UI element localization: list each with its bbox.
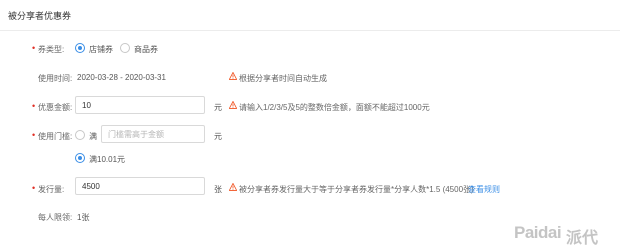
radio-store-coupon[interactable] — [75, 43, 85, 53]
amount-label: 优惠金额: — [38, 103, 73, 112]
coupon-type-label: 券类型: — [38, 45, 65, 54]
amount-note: 请输入1/2/3/5及5的整数倍金额，面额不能超过1000元 — [239, 103, 430, 112]
required-marker: • — [32, 43, 36, 53]
threshold-label: 使用门槛: — [38, 132, 73, 141]
issue-input[interactable] — [75, 177, 205, 195]
issue-note: 被分享者券发行量大于等于分享者券发行量*分享人数*1.5 (4500张) — [239, 185, 474, 194]
threshold-preset-label[interactable]: 满10.01元 — [89, 154, 125, 165]
view-rules-link[interactable]: 查看规则 — [468, 184, 500, 195]
per-person-label: 每人限领: — [38, 213, 73, 222]
issue-label: 发行量: — [38, 185, 65, 194]
store-coupon-label[interactable]: 店铺券 — [89, 44, 113, 55]
required-marker: • — [32, 183, 36, 193]
amount-unit: 元 — [214, 103, 222, 112]
per-person-value: 1张 — [77, 213, 90, 222]
use-time-note: 根据分享者时间自动生成 — [239, 74, 327, 83]
required-marker: • — [32, 130, 36, 140]
threshold-input[interactable] — [101, 125, 205, 143]
page-title: 被分享者优惠券 — [8, 11, 72, 21]
required-marker: • — [32, 101, 36, 111]
threshold-unit: 元 — [214, 132, 222, 141]
radio-threshold-preset[interactable] — [75, 153, 85, 163]
warning-icon — [229, 101, 237, 109]
use-time-value: 2020-03-28 - 2020-03-31 — [77, 73, 166, 82]
threshold-custom-prefix: 满 — [89, 132, 97, 141]
radio-threshold-custom[interactable] — [75, 130, 85, 140]
warning-icon — [229, 183, 237, 191]
warning-icon — [229, 72, 237, 80]
watermark-logo-cn: 派代 — [566, 228, 599, 247]
amount-input[interactable] — [75, 96, 205, 114]
product-coupon-label[interactable]: 商品券 — [134, 44, 158, 55]
radio-product-coupon[interactable] — [120, 43, 130, 53]
use-time-label: 使用时间: — [38, 74, 73, 83]
watermark-logo: Paidai — [514, 223, 562, 242]
panel-header: 被分享者优惠券 — [0, 0, 620, 31]
issue-unit: 张 — [214, 185, 222, 194]
